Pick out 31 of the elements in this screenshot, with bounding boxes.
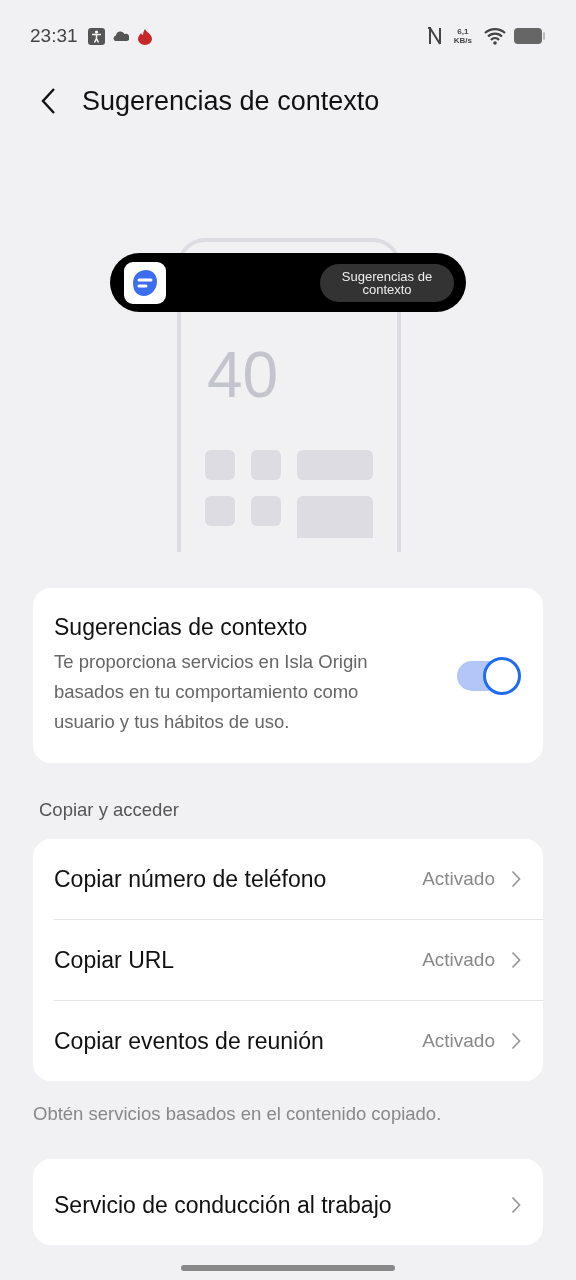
row-value: Activado [422, 1030, 495, 1052]
settings-row[interactable]: Servicio de conducción al trabajo [54, 1165, 543, 1245]
settings-row[interactable]: Copiar eventos de reunión Activado [54, 1001, 543, 1081]
section-heading: Copiar y acceder [38, 798, 180, 822]
app-icon [124, 261, 166, 304]
status-time: 23:31 [30, 25, 78, 47]
settings-row[interactable]: Copiar número de teléfono Activado [54, 839, 543, 919]
page-title: Sugerencias de contexto [82, 85, 380, 117]
settings-row[interactable]: Copiar URL Activado [54, 920, 543, 1000]
section-footnote: Obtén servicios basados en el contenido copiado. [32, 1102, 443, 1126]
row-label: Copiar número de teléfono [54, 865, 328, 893]
chevron-icon [511, 951, 521, 969]
nfc-icon [427, 26, 442, 46]
cloud-icon [112, 31, 129, 41]
back-button[interactable] [40, 87, 56, 115]
row-label: Copiar URL [54, 946, 176, 974]
battery-icon [514, 27, 546, 45]
chevron-icon [511, 1032, 521, 1050]
chevron-icon [511, 1196, 521, 1214]
row-value: Activado [422, 868, 495, 890]
wifi-icon [484, 27, 506, 45]
network-speed: 6,1 KB/s [453, 27, 472, 45]
flame-icon [136, 27, 153, 45]
row-label: Servicio de conducción al trabajo [54, 1191, 393, 1219]
island-label: Sugerencias de contexto [320, 263, 454, 302]
accessibility-icon [87, 27, 105, 45]
setting-title: Sugerencias de contexto [54, 614, 309, 641]
chevron-icon [511, 870, 521, 888]
setting-description: Te proporciona servicios en Isla Origin basados en tu comportamiento como usuario y tus hábitos de uso. [54, 650, 369, 734]
row-label: Copiar eventos de reunión [54, 1027, 325, 1055]
row-value: Activado [422, 949, 495, 971]
